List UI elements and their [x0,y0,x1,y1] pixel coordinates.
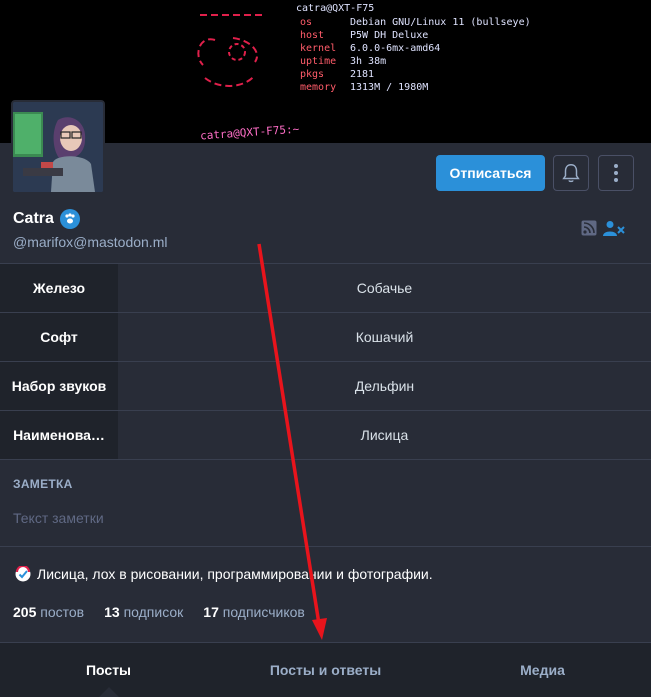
tab-media[interactable]: Медиа [434,643,651,697]
terminal-value: 2181 [350,69,375,80]
notify-button[interactable] [553,155,589,191]
verified-check-icon [15,566,31,582]
counter-value: 13 [104,604,120,620]
tab-posts-and-replies[interactable]: Посты и ответы [217,643,434,697]
note-input[interactable] [13,507,633,529]
following-counter[interactable]: 13 подписок [104,604,183,620]
avatar-illustration [13,102,103,192]
terminal-value: 6.0.0-6mx-amd64 [350,43,441,54]
account-bio: Лисица, лох в рисовании, программировани… [15,566,433,582]
profile-field-row: Наименова… Лисица [0,411,651,460]
bell-icon [562,164,580,183]
terminal-header: catra@QXT-F75 [296,3,375,14]
field-value: Кошачий [355,329,414,345]
terminal-row: uptime 3h 38m [300,55,531,68]
terminal-value: 3h 38m [350,56,387,67]
field-key: Железо [0,264,118,312]
account-meta-icons [581,220,625,236]
counter-value: 17 [203,604,219,620]
terminal-key: kernel [300,43,337,54]
counter-label: подписок [123,604,184,620]
terminal-key: uptime [300,56,337,67]
terminal-row: pkgs 2181 [300,68,531,81]
posts-counter[interactable]: 205 постов [13,604,84,620]
field-key: Набор звуков [0,362,118,410]
terminal-row: kernel 6.0.0-6mx-amd64 [300,42,531,55]
avatar[interactable] [11,100,105,194]
terminal-value: Debian GNU/Linux 11 (bullseye) [350,17,531,28]
field-key: Наименова… [0,411,118,459]
terminal-row: memory 1313M / 1980M [300,81,531,94]
terminal-info: os Debian GNU/Linux 11 (bullseye) host P5W… [300,16,531,94]
divider [0,546,651,547]
paw-badge-icon [59,209,80,229]
profile-fields: Железо Собачье Софт Кошачий Набор звуков… [0,263,651,460]
field-value: Дельфин [354,378,415,394]
display-name-text: Catra [13,210,54,227]
field-value: Лисица [360,427,409,443]
counter-label: постов [40,604,85,620]
account-counters: 205 постов 13 подписок 17 подписчиков [13,604,305,620]
account-handle: @marifox@mastodon.ml [13,234,168,250]
field-value: Собачье [356,280,413,296]
user-remove-icon[interactable] [603,220,625,236]
ellipsis-vertical-icon [614,164,618,182]
terminal-row: os Debian GNU/Linux 11 (bullseye) [300,16,531,29]
counter-label: подписчиков [222,604,305,620]
field-key: Софт [0,313,118,361]
terminal-key: pkgs [300,69,325,80]
terminal-key: os [300,17,313,28]
followers-counter[interactable]: 17 подписчиков [203,604,305,620]
counter-value: 205 [13,604,37,620]
profile-field-row: Софт Кошачий [0,313,651,362]
unfollow-button[interactable]: Отписаться [436,155,545,191]
bio-text: Лисица, лох в рисовании, программировани… [37,566,433,582]
rss-icon[interactable] [581,220,597,236]
terminal-value: 1313M / 1980M [350,82,429,93]
terminal-key: memory [300,82,337,93]
more-menu-button[interactable] [598,155,634,191]
terminal-value: P5W DH Deluxe [350,30,429,41]
tab-posts[interactable]: Посты [0,643,217,697]
display-name: Catra [13,209,80,229]
note-label: ЗАМЕТКА [13,477,73,491]
account-tabs: Посты Посты и ответы Медиа [0,642,651,697]
profile-field-row: Набор звуков Дельфин [0,362,651,411]
terminal-key: host [300,30,325,41]
profile-field-row: Железо Собачье [0,264,651,313]
terminal-row: host P5W DH Deluxe [300,29,531,42]
